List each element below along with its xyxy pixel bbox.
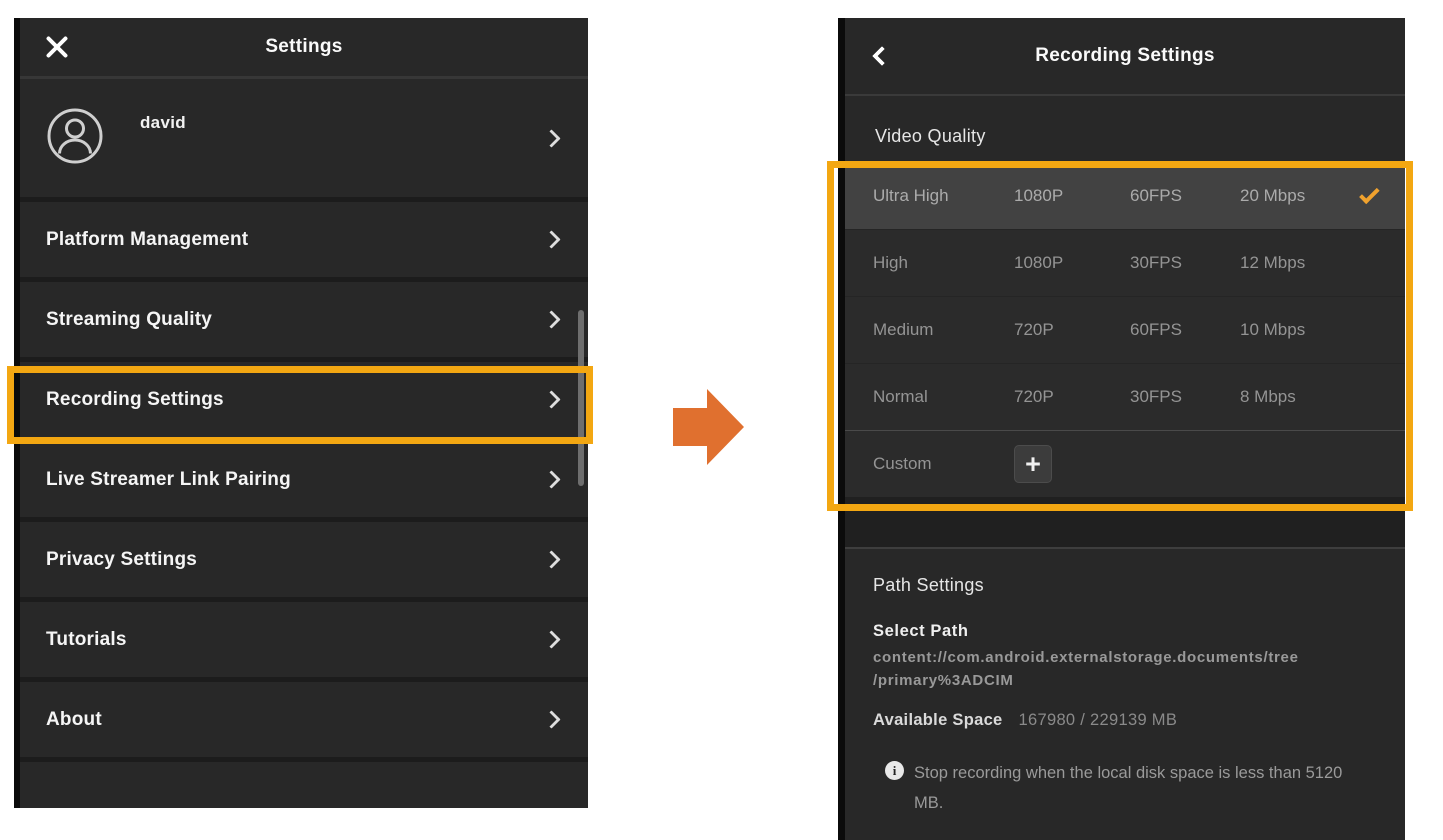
chevron-right-icon xyxy=(542,390,560,408)
chevron-right-icon xyxy=(542,230,560,248)
quality-row-ultra-high[interactable]: Ultra High 1080P 60FPS 20 Mbps xyxy=(845,162,1405,229)
selected-path-value: content://com.android.externalstorage.do… xyxy=(873,646,1375,692)
settings-title: Settings xyxy=(20,36,588,58)
recording-settings-panel: Recording Settings Video Quality Ultra H… xyxy=(838,18,1405,840)
menu-item-label: Streaming Quality xyxy=(46,309,212,331)
settings-panel: Settings david Platform Management Strea… xyxy=(14,18,588,808)
path-settings-section: Path Settings Select Path content://com.… xyxy=(845,549,1405,818)
disk-space-note: i Stop recording when the local disk spa… xyxy=(873,758,1375,818)
quality-resolution: 1080P xyxy=(1014,253,1130,273)
chevron-right-icon xyxy=(542,129,560,147)
settings-header: Settings xyxy=(20,18,588,79)
quality-name: Medium xyxy=(873,320,1014,340)
chevron-right-icon xyxy=(542,310,560,328)
quality-bitrate: 10 Mbps xyxy=(1240,320,1362,340)
menu-item-tutorials[interactable]: Tutorials xyxy=(20,602,588,682)
profile-name: david xyxy=(140,113,186,133)
add-custom-quality-button[interactable]: + xyxy=(1014,445,1052,483)
quality-name: Ultra High xyxy=(873,186,1014,206)
quality-fps: 60FPS xyxy=(1130,320,1240,340)
quality-bitrate: 12 Mbps xyxy=(1240,253,1362,273)
menu-item-recording-settings[interactable]: Recording Settings xyxy=(20,362,588,442)
quality-resolution: 720P xyxy=(1014,387,1130,407)
menu-item-about[interactable]: About xyxy=(20,682,588,762)
quality-bitrate: 20 Mbps xyxy=(1240,186,1362,206)
quality-row-high[interactable]: High 1080P 30FPS 12 Mbps xyxy=(845,229,1405,296)
arrow-right-icon xyxy=(673,389,743,465)
video-quality-table: Ultra High 1080P 60FPS 20 Mbps High 1080… xyxy=(845,162,1405,497)
menu-item-label: Privacy Settings xyxy=(46,549,197,571)
select-path-label: Select Path xyxy=(873,622,1375,641)
chevron-right-icon xyxy=(542,550,560,568)
quality-fps: 30FPS xyxy=(1130,387,1240,407)
chevron-right-icon xyxy=(542,710,560,728)
video-quality-section-label: Video Quality xyxy=(875,126,986,147)
menu-item-privacy-settings[interactable]: Privacy Settings xyxy=(20,522,588,602)
info-icon: i xyxy=(885,761,904,780)
section-divider xyxy=(845,497,1405,549)
menu-item-label: About xyxy=(46,709,102,731)
menu-item-label: Tutorials xyxy=(46,629,127,651)
quality-resolution: 1080P xyxy=(1014,186,1130,206)
quality-row-custom[interactable]: Custom + xyxy=(845,430,1405,497)
quality-row-medium[interactable]: Medium 720P 60FPS 10 Mbps xyxy=(845,296,1405,363)
disk-space-note-text: Stop recording when the local disk space… xyxy=(914,758,1375,818)
menu-item-platform-management[interactable]: Platform Management xyxy=(20,202,588,282)
chevron-right-icon xyxy=(542,630,560,648)
quality-name: High xyxy=(873,253,1014,273)
scrollbar[interactable] xyxy=(578,310,584,486)
available-space-label: Available Space xyxy=(873,711,1003,730)
available-space-value: 167980 / 229139 MB xyxy=(1019,711,1178,730)
quality-resolution: 720P xyxy=(1014,320,1130,340)
available-space-row: Available Space 167980 / 229139 MB xyxy=(873,711,1375,730)
profile-row[interactable]: david xyxy=(20,79,588,202)
chevron-right-icon xyxy=(542,470,560,488)
quality-fps: 60FPS xyxy=(1130,186,1240,206)
selected-check-icon xyxy=(1359,183,1380,204)
path-settings-section-label: Path Settings xyxy=(873,575,1375,596)
path-line-2: /primary%3ADCIM xyxy=(873,672,1014,689)
quality-name: Normal xyxy=(873,387,1014,407)
quality-bitrate: 8 Mbps xyxy=(1240,387,1362,407)
menu-item-label: Platform Management xyxy=(46,229,248,251)
menu-item-label: Live Streamer Link Pairing xyxy=(46,469,291,491)
recording-settings-title: Recording Settings xyxy=(845,45,1405,67)
quality-row-normal[interactable]: Normal 720P 30FPS 8 Mbps xyxy=(845,363,1405,430)
quality-fps: 30FPS xyxy=(1130,253,1240,273)
path-line-1: content://com.android.externalstorage.do… xyxy=(873,649,1299,666)
select-path-row[interactable]: Select Path content://com.android.extern… xyxy=(873,622,1375,692)
menu-item-streaming-quality[interactable]: Streaming Quality xyxy=(20,282,588,362)
menu-item-live-streamer-link-pairing[interactable]: Live Streamer Link Pairing xyxy=(20,442,588,522)
close-icon[interactable] xyxy=(44,34,70,60)
recording-settings-header: Recording Settings xyxy=(845,18,1405,96)
menu-item-label: Recording Settings xyxy=(46,389,224,411)
quality-name: Custom xyxy=(873,454,1014,474)
user-avatar-icon xyxy=(46,107,104,170)
screenshot-stage: Settings david Platform Management Strea… xyxy=(0,0,1443,840)
